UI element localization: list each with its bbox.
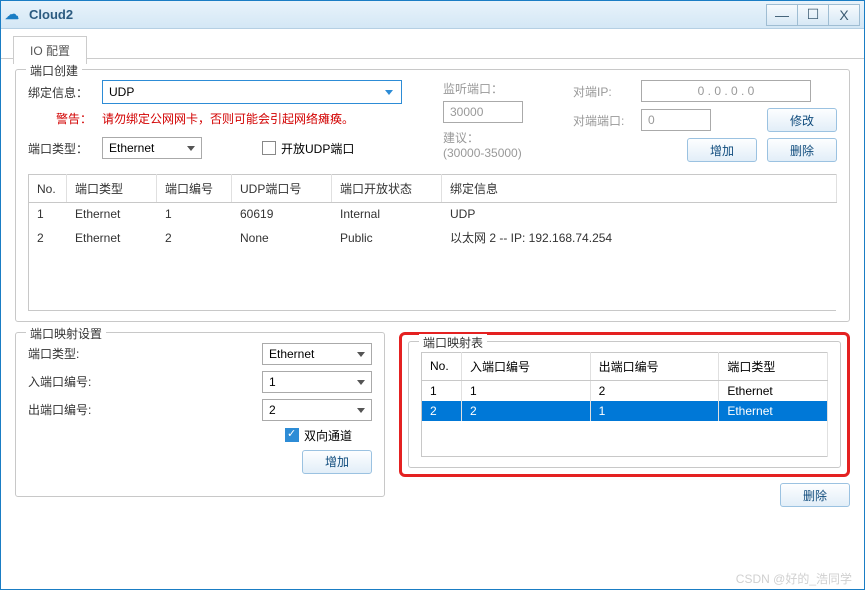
tab-io-config[interactable]: IO 配置 <box>13 36 87 64</box>
add-map-button[interactable]: 增加 <box>302 450 372 474</box>
ms-out-label: 出端口编号: <box>28 401 108 418</box>
port-create-group: 端口创建 绑定信息： UDP 警告： 请勿绑定公网网卡，否则可能会引起网络瘫痪。… <box>15 69 850 322</box>
col-state[interactable]: 端口开放状态 <box>332 175 442 203</box>
close-button[interactable]: X <box>828 4 860 26</box>
table-row[interactable]: 1 1 2 Ethernet <box>422 380 828 401</box>
ms-out-select[interactable]: 2 <box>262 399 372 421</box>
ms-type-select[interactable]: Ethernet <box>262 343 372 365</box>
col-num[interactable]: 端口编号 <box>157 175 232 203</box>
app-icon: ☁ <box>5 6 23 24</box>
suggest-range: (30000-35000) <box>443 146 553 160</box>
col-no[interactable]: No. <box>29 175 67 203</box>
map-settings-legend: 端口映射设置 <box>26 325 106 342</box>
ms-type-label: 端口类型: <box>28 345 108 362</box>
port-create-legend: 端口创建 <box>26 62 82 79</box>
peer-port-input[interactable]: 0 <box>641 109 711 131</box>
port-type-label: 端口类型： <box>28 140 92 157</box>
mt-col-in[interactable]: 入端口编号 <box>462 352 591 380</box>
maximize-button[interactable]: ☐ <box>797 4 829 26</box>
table-row[interactable]: 2 2 1 Ethernet <box>422 401 828 421</box>
bind-info-select[interactable]: UDP <box>102 80 402 104</box>
modify-button[interactable]: 修改 <box>767 108 837 132</box>
bidir-check-icon <box>285 428 299 442</box>
map-table: No. 入端口编号 出端口编号 端口类型 1 1 2 Ethern <box>421 352 828 458</box>
peer-ip-input[interactable]: 0 . 0 . 0 . 0 <box>641 80 811 102</box>
table-row[interactable]: 2 Ethernet 2 None Public 以太网 2 -- IP: 19… <box>29 225 837 250</box>
ms-in-label: 入端口编号: <box>28 373 108 390</box>
bind-info-label: 绑定信息： <box>28 84 92 101</box>
table-row[interactable]: 1 Ethernet 1 60619 Internal UDP <box>29 203 837 226</box>
open-udp-checkbox[interactable]: 开放UDP端口 <box>262 140 354 157</box>
add-port-button[interactable]: 增加 <box>687 138 757 162</box>
mt-col-type[interactable]: 端口类型 <box>719 352 828 380</box>
titlebar: ☁ Cloud2 — ☐ X <box>1 1 864 29</box>
ms-in-select[interactable]: 1 <box>262 371 372 393</box>
watermark: CSDN @好的_浩同学 <box>736 570 852 587</box>
mt-col-out[interactable]: 出端口编号 <box>590 352 719 380</box>
map-settings-group: 端口映射设置 端口类型: Ethernet 入端口编号: 1 出端口编号: 2 <box>15 332 385 498</box>
warn-text: 请勿绑定公网网卡，否则可能会引起网络瘫痪。 <box>102 110 354 127</box>
map-table-group: 端口映射表 No. 入端口编号 出端口编号 端口类型 1 <box>408 341 841 469</box>
col-type[interactable]: 端口类型 <box>67 175 157 203</box>
highlight-box: 端口映射表 No. 入端口编号 出端口编号 端口类型 1 <box>399 332 850 478</box>
delete-map-button[interactable]: 删除 <box>780 483 850 507</box>
suggest-label: 建议： <box>443 129 553 146</box>
listen-port-input[interactable]: 30000 <box>443 101 523 123</box>
col-udp[interactable]: UDP端口号 <box>232 175 332 203</box>
mt-col-no[interactable]: No. <box>422 352 462 380</box>
bidir-checkbox[interactable]: 双向通道 <box>285 427 352 444</box>
map-table-legend: 端口映射表 <box>419 334 487 351</box>
peer-ip-label: 对端IP: <box>573 83 631 100</box>
minimize-button[interactable]: — <box>766 4 798 26</box>
delete-port-button[interactable]: 删除 <box>767 138 837 162</box>
listen-port-label: 监听端口： <box>443 80 553 97</box>
tab-bar: IO 配置 <box>1 29 864 59</box>
window-title: Cloud2 <box>29 7 767 22</box>
warn-label: 警告： <box>28 110 92 127</box>
peer-port-label: 对端端口: <box>573 112 631 129</box>
port-table: No. 端口类型 端口编号 UDP端口号 端口开放状态 绑定信息 1 Ether… <box>28 174 837 311</box>
port-type-select[interactable]: Ethernet <box>102 137 202 159</box>
col-bind[interactable]: 绑定信息 <box>442 175 837 203</box>
open-udp-check-icon <box>262 141 276 155</box>
main-window: ☁ Cloud2 — ☐ X IO 配置 端口创建 绑定信息： UDP 警告： <box>0 0 865 590</box>
